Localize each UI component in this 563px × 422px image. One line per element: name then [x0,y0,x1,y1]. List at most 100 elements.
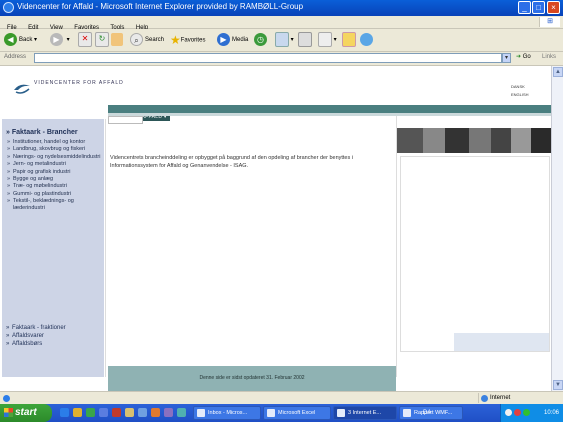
sub-nav-strip [108,113,551,116]
column-divider [396,116,397,377]
stop-button[interactable]: ✕ [78,32,92,48]
sidebar-item-affaldsboers[interactable]: Affaldsbørs [6,340,102,348]
title-bar: Videncenter for Affald - Microsoft Inter… [0,0,563,16]
site-search-input[interactable] [108,116,143,124]
footer: Denne side er sidst opdateret 31. Februa… [108,366,396,391]
security-zone: Internet [478,393,538,403]
taskbar: start Inbox - Micros... Microsoft Excel … [0,404,563,422]
messenger-icon [360,32,373,46]
close-button[interactable]: × [547,1,560,14]
taskbar-item-internet-explorer[interactable]: 3 Internet E... [333,406,397,420]
sidebar-item-affaldsvarer[interactable]: Affaldsvarer [6,332,102,340]
menu-bar: File Edit View Favorites Tools Help [0,16,563,31]
print-button[interactable] [298,32,312,48]
sidebar: » Faktaark - Brancher Institutioner, han… [2,119,104,410]
main-nav: VIDEN OM AFFALD ▾ LITTERATUR ▾ SPØRG OS … [108,105,551,121]
folder-icon [342,32,356,47]
sidebar-item[interactable]: Jern- og metalindustri [7,161,103,168]
address-label: Address [4,54,27,60]
go-arrow-icon: ➜ [516,54,522,60]
taskbar-item-inbox[interactable]: Inbox - Micros... [193,406,261,420]
folder-quicklaunch-icon[interactable] [125,408,134,417]
maximize-button[interactable]: □ [532,1,545,14]
vertical-scrollbar[interactable]: ▲ ▼ [551,66,563,391]
sidebar-top-list: Faktaark - fraktioner Affaldsvarer Affal… [6,324,102,348]
mail-button[interactable]: ▾ [275,32,294,48]
sidebar-item[interactable]: Nærings- og nydelsesmiddelindustri [7,154,103,161]
discuss-button[interactable] [342,32,356,48]
media-quicklaunch-icon[interactable] [151,408,160,417]
links-button[interactable]: Links [542,54,556,60]
sidebar-heading[interactable]: » Faktaark - Brancher [6,129,78,136]
sidebar-item[interactable]: Gummi- og plastindustri [7,191,103,198]
toolbar: ◀ Back ▾ ▶ ▾ ✕ ↻ ⌕ Search ★Favorites ▶ Medi… [0,29,563,52]
refresh-button[interactable]: ↻ [95,32,109,48]
app-quicklaunch-icon[interactable] [164,408,173,417]
ie-icon [3,2,14,13]
window-title: Videncenter for Affald - Microsoft Inter… [17,2,304,11]
print-icon [298,32,312,47]
media-icon: ▶ [217,32,230,46]
right-panel-bar [454,333,549,351]
star-icon: ★ [170,33,181,47]
photo-strip [397,128,551,153]
sidebar-item[interactable]: Papir og grafisk industri [7,169,103,176]
ie-quicklaunch-icon[interactable] [60,408,69,417]
word-quicklaunch-icon[interactable] [99,408,108,417]
sidebar-item-fraktioner[interactable]: Faktaark - fraktioner [6,324,102,332]
intro-text: Videncentrets brancheinddeling er opbygg… [110,155,353,169]
desktop-quicklaunch-icon[interactable] [138,408,147,417]
logo-text: VIDENCENTER FOR AFFALD [34,80,124,86]
media-button[interactable]: ▶ Media [217,32,248,48]
minimize-button[interactable]: _ [518,1,531,14]
browser-window: Videncenter for Affald - Microsoft Inter… [0,0,563,410]
mail-icon [275,32,289,47]
sidebar-item[interactable]: Institutioner, handel og kontor [7,139,103,146]
refresh-icon: ↻ [95,32,109,47]
outlook-quicklaunch-icon[interactable] [73,408,82,417]
system-tray: DA 10:06 [423,404,563,422]
taskbar-item-excel[interactable]: Microsoft Excel [263,406,331,420]
column-divider [105,119,106,377]
home-button[interactable] [111,32,123,48]
logo-icon [14,84,30,94]
sidebar-branch-list: Institutioner, handel og kontor Landbrug… [7,139,103,212]
address-input[interactable] [34,53,502,63]
sidebar-item[interactable]: Træ- og møbelindustri [7,183,103,190]
search-icon: ⌕ [130,32,143,46]
go-button[interactable]: ➜ Go [516,53,531,60]
language-links: DANSK ENGLISH [511,83,529,99]
home-icon [111,32,123,46]
messenger-tray-icon[interactable] [523,409,530,416]
page-status-icon [3,395,10,402]
lang-dansk[interactable]: DANSK [511,83,529,91]
antivirus-icon[interactable] [514,409,521,416]
excel-quicklaunch-icon[interactable] [86,408,95,417]
back-button[interactable]: ◀ Back ▾ [4,32,37,48]
back-arrow-icon: ◀ [4,32,17,46]
lang-english[interactable]: ENGLISH [511,91,529,99]
edit-button[interactable]: ▾ [318,32,337,48]
page-content: VIDENCENTER FOR AFFALD DANSK ENGLISH VID… [0,66,551,410]
sidebar-item[interactable]: Tekstil-, beklædnings- og læderindustri [7,198,103,211]
powerpoint-quicklaunch-icon[interactable] [112,408,121,417]
scroll-up-button[interactable]: ▲ [553,67,563,77]
right-panel [400,156,550,352]
sidebar-item[interactable]: Landbrug, skovbrug og fiskeri [7,146,103,153]
history-button[interactable]: ◷ [254,32,269,48]
favorites-button[interactable]: ★Favorites [170,32,205,48]
start-button[interactable]: start [0,404,52,422]
footer-updated-text: Denne side er sidst opdateret 31. Februa… [199,375,305,381]
scroll-down-button[interactable]: ▼ [553,380,563,390]
clock[interactable]: 10:06 [544,404,559,422]
address-dropdown[interactable]: ▾ [502,53,511,63]
history-icon: ◷ [254,32,267,46]
forward-button[interactable]: ▶ ▾ [50,32,70,48]
search-button[interactable]: ⌕ Search [130,32,164,48]
messenger-button[interactable] [360,32,375,48]
language-indicator[interactable]: DA [423,406,443,420]
sidebar-item[interactable]: Bygge og anlæg [7,176,103,183]
forward-arrow-icon: ▶ [50,32,63,46]
app-quicklaunch-icon[interactable] [177,408,186,417]
network-icon[interactable] [505,409,512,416]
